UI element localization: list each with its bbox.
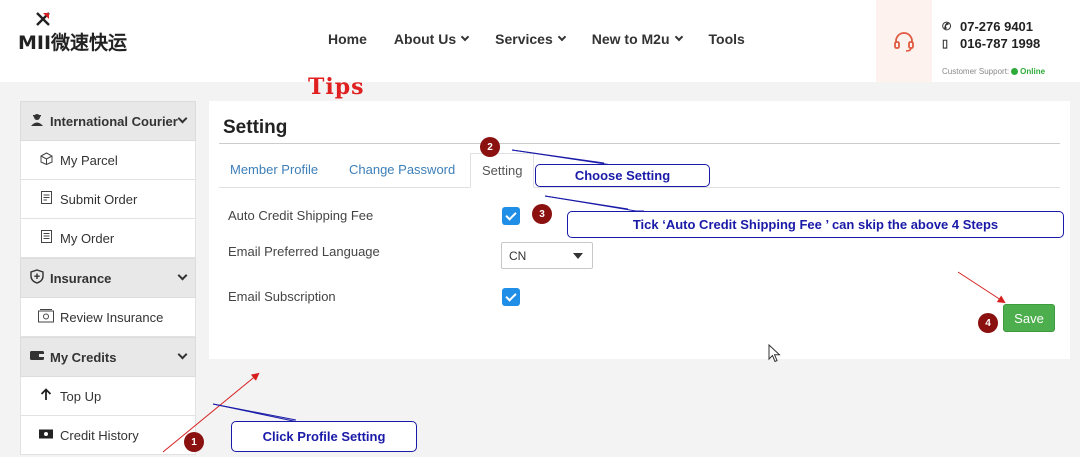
nav-new-to-m2u-label: New to M2u bbox=[591, 31, 670, 47]
sidebar-item-label: Top Up bbox=[60, 388, 102, 404]
sidebar-section-label: Insurance bbox=[50, 270, 112, 286]
phone-2: 016-787 1998 bbox=[960, 36, 1041, 51]
sidebar-item-my-parcel[interactable]: My Parcel bbox=[20, 141, 196, 180]
sidebar-section-international-courier[interactable]: International Courier bbox=[20, 101, 196, 141]
language-select[interactable]: CN bbox=[501, 242, 593, 269]
tabs-divider bbox=[219, 187, 1060, 188]
parcel-icon bbox=[38, 152, 54, 168]
online-dot-icon bbox=[1011, 68, 1019, 75]
title-divider bbox=[219, 143, 1060, 144]
auto-credit-checkbox[interactable] bbox=[502, 207, 520, 225]
sidebar-item-top-up[interactable]: Top Up bbox=[20, 377, 196, 416]
headset-icon bbox=[894, 32, 914, 52]
phone-row-2[interactable]: ▯ 016-787 1998 bbox=[942, 35, 1040, 52]
logo-mark-icon bbox=[36, 12, 50, 26]
step-2-callout: Choose Setting bbox=[535, 164, 710, 187]
step-3-badge: 3 bbox=[532, 204, 552, 224]
mouse-pointer-icon bbox=[768, 344, 781, 363]
chevron-down-icon bbox=[674, 32, 683, 42]
step-3-callout: Tick ‘Auto Credit Shipping Fee ’ can ski… bbox=[567, 211, 1064, 238]
arrow-up-icon bbox=[38, 388, 54, 404]
subscription-label: Email Subscription bbox=[228, 289, 336, 304]
sidebar-item-label: Submit Order bbox=[60, 191, 138, 207]
nav-home[interactable]: Home bbox=[328, 31, 367, 47]
step-1-badge: 1 bbox=[184, 432, 204, 452]
sidebar-item-credit-history[interactable]: Credit History bbox=[20, 416, 196, 455]
save-button[interactable]: Save bbox=[1003, 304, 1055, 332]
nav-new-to-m2u[interactable]: New to M2u bbox=[591, 31, 683, 47]
sidebar-section-label: International Courier bbox=[50, 113, 178, 129]
nav-tools[interactable]: Tools bbox=[709, 31, 745, 47]
phone-row-1[interactable]: ✆ 07-276 9401 bbox=[942, 18, 1040, 35]
sidebar-item-label: My Order bbox=[60, 230, 115, 246]
cash-icon bbox=[38, 429, 54, 442]
language-value: CN bbox=[509, 249, 527, 263]
support-status: Customer Support: Online bbox=[942, 67, 1045, 76]
nav-services[interactable]: Services bbox=[495, 31, 566, 47]
language-label: Email Preferred Language bbox=[228, 244, 380, 259]
chevron-down-icon bbox=[557, 32, 566, 42]
sidebar-item-my-order[interactable]: My Order bbox=[20, 219, 196, 258]
chevron-down-icon bbox=[177, 349, 188, 360]
order-icon bbox=[38, 230, 54, 246]
online-status: Online bbox=[1020, 67, 1046, 76]
auto-credit-label: Auto Credit Shipping Fee bbox=[228, 208, 374, 223]
nav-services-label: Services bbox=[495, 31, 553, 47]
logo-text: MII微速快运 bbox=[18, 32, 128, 54]
sidebar-item-review-insurance[interactable]: Review Insurance bbox=[20, 298, 196, 337]
sidebar-item-label: Credit History bbox=[60, 427, 139, 443]
shield-icon bbox=[30, 269, 46, 287]
support-button[interactable] bbox=[876, 0, 932, 82]
review-insurance-icon bbox=[38, 308, 54, 326]
courier-icon bbox=[30, 113, 46, 130]
site-header: MII微速快运 Home About Us Services New to M2… bbox=[0, 0, 1080, 82]
submit-order-icon bbox=[38, 191, 54, 207]
phone-1: 07-276 9401 bbox=[960, 19, 1034, 34]
chevron-down-icon bbox=[177, 113, 188, 124]
chevron-down-icon bbox=[460, 32, 470, 42]
chevron-down-icon bbox=[177, 270, 188, 281]
caret-down-icon bbox=[573, 253, 583, 259]
sidebar-section-my-credits[interactable]: My Credits bbox=[20, 337, 196, 377]
step-4-badge: 4 bbox=[978, 313, 998, 333]
wallet-icon bbox=[30, 350, 46, 364]
nav-home-label: Home bbox=[328, 31, 367, 47]
phone-icon: ✆ bbox=[942, 21, 952, 33]
sidebar: International Courier My Parcel Submit O… bbox=[20, 101, 196, 455]
sidebar-item-submit-order[interactable]: Submit Order bbox=[20, 180, 196, 219]
tab-change-password[interactable]: Change Password bbox=[349, 162, 455, 177]
sidebar-item-label: My Parcel bbox=[60, 152, 118, 168]
tab-setting[interactable]: Setting bbox=[470, 153, 535, 188]
step-2-badge: 2 bbox=[480, 137, 500, 157]
site-logo[interactable]: MII微速快运 bbox=[18, 12, 148, 54]
nav-about-us-label: About Us bbox=[393, 31, 457, 47]
page-title: Setting bbox=[223, 117, 288, 138]
sidebar-item-label: Review Insurance bbox=[60, 309, 164, 325]
nav-about-us[interactable]: About Us bbox=[393, 31, 470, 47]
tab-member-profile[interactable]: Member Profile bbox=[230, 162, 318, 177]
step-1-callout: Click Profile Setting bbox=[231, 421, 417, 452]
subscription-checkbox[interactable] bbox=[502, 288, 520, 306]
nav-tools-label: Tools bbox=[708, 31, 745, 47]
sidebar-section-insurance[interactable]: Insurance bbox=[20, 258, 196, 298]
mobile-icon: ▯ bbox=[942, 38, 949, 50]
tips-heading: Tips bbox=[308, 74, 365, 100]
main-nav: Home About Us Services New to M2u Tools bbox=[328, 31, 772, 47]
sidebar-section-label: My Credits bbox=[50, 349, 117, 365]
support-label: Customer Support: bbox=[942, 67, 1010, 76]
phone-numbers: ✆ 07-276 9401 ▯ 016-787 1998 bbox=[942, 18, 1040, 52]
